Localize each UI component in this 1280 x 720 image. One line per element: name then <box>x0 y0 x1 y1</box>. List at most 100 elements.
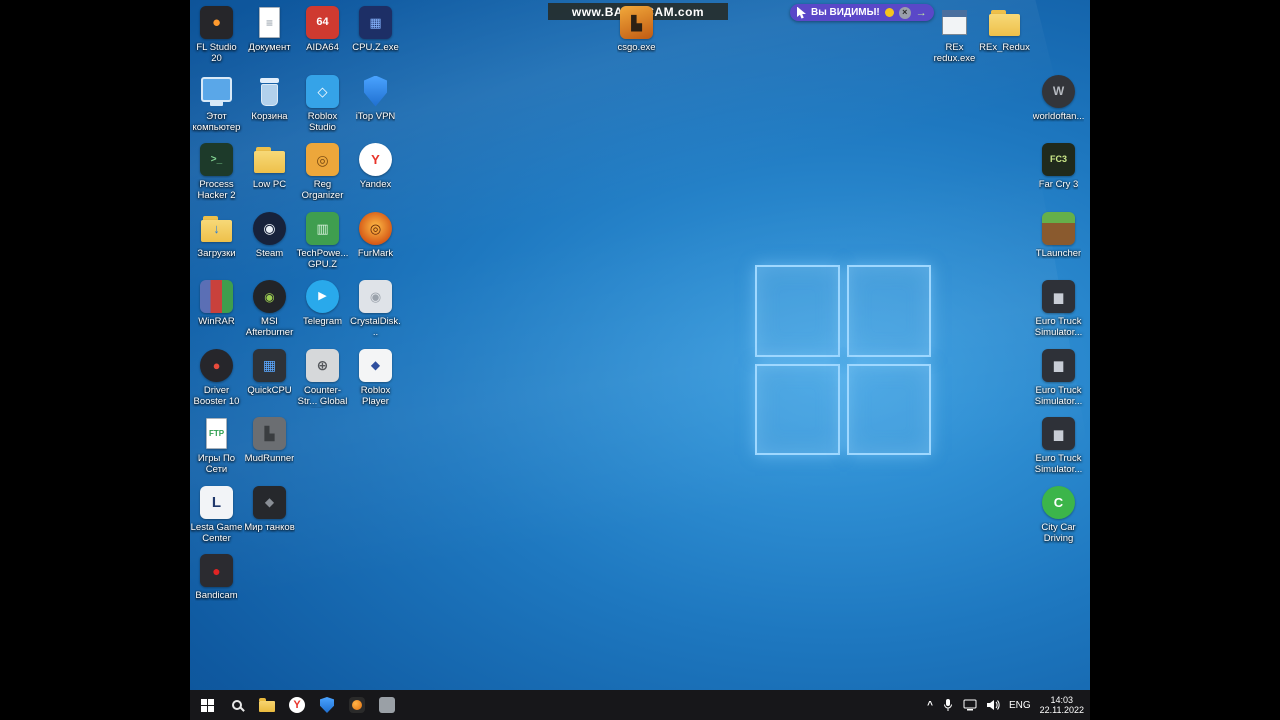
fl-studio-button[interactable] <box>342 690 372 720</box>
desktop-icon-crystaldiskinfo[interactable]: ◉ CrystalDisk... <box>349 278 402 347</box>
ftp-games-icon: FTP <box>200 417 233 450</box>
desktop-icon-world-of-tanks[interactable]: Wworldoftan... <box>1032 73 1085 142</box>
yandex-icon: Y <box>289 697 305 713</box>
msi-afterburner-icon: ◉ <box>253 280 286 313</box>
tray-time: 14:03 <box>1050 695 1074 705</box>
icon-label: MSI Afterburner <box>245 316 294 338</box>
icon-label: Игры По Сети <box>197 453 236 475</box>
icon-label: Steam <box>255 247 284 259</box>
desktop-icon-telegram[interactable]: ▶ Telegram <box>296 278 349 347</box>
euro-truck-2-icon: ▆ <box>1042 348 1075 382</box>
desktop-icon-itop-vpn[interactable]: iTop VPN <box>349 73 402 142</box>
icon-label: Yandex <box>359 179 392 190</box>
desktop-icon-euro-truck-2[interactable]: ▆ Euro Truck Simulator... <box>1032 347 1085 416</box>
driver-booster-10-icon: ● <box>200 348 233 382</box>
desktop-icon-roblox-studio[interactable]: ◇ Roblox Studio <box>296 73 349 142</box>
desktop-icon-tlauncher[interactable]: TLauncher <box>1032 210 1085 279</box>
winrar-icon <box>200 280 233 313</box>
desktop-icon-bandicam[interactable]: ● Bandicam <box>190 552 243 621</box>
desktop-icon-steam[interactable]: ◉ Steam <box>243 210 296 279</box>
desktop-icon-ftp-games[interactable]: FTP Игры По Сети <box>190 415 243 484</box>
icon-label: Roblox Studio <box>307 110 338 133</box>
desktop-icon-winrar[interactable]: WinRAR <box>190 278 243 347</box>
file-explorer-button[interactable] <box>252 690 282 720</box>
desktop-icon-recycle-bin[interactable]: Корзина <box>243 73 296 142</box>
this-pc-icon <box>200 75 233 108</box>
desktop-icon-quickcpu[interactable]: ▦ QuickCPU <box>243 347 296 416</box>
desktop-icon-mudrunner[interactable]: ▙ MudRunner <box>243 415 296 484</box>
windows-logo-icon <box>200 698 214 712</box>
desktop-icon-process-hacker-2[interactable]: >_ Process Hacker 2 <box>190 141 243 210</box>
icon-label: Euro Truck Simulator... <box>1034 384 1083 407</box>
icon-label: QuickCPU <box>247 384 292 396</box>
desktop-icon-furmark[interactable]: ◎ FurMark <box>349 210 402 279</box>
desktop-icon-gpu-z[interactable]: ▥ TechPowe... GPU.Z <box>296 210 349 279</box>
rex-redux-folder-icon <box>988 6 1021 39</box>
icon-label: Far Cry 3 <box>1038 179 1079 190</box>
network-icon[interactable] <box>963 699 977 711</box>
yandex-browser-button[interactable]: Y <box>282 690 312 720</box>
desktop-icon-lesta-game-center[interactable]: L Lesta Game Center <box>190 484 243 553</box>
world-of-tanks-icon: W <box>1042 74 1075 108</box>
icon-label: MudRunner <box>244 453 295 464</box>
pinned-app-button[interactable] <box>372 690 402 720</box>
icon-label: AIDA64 <box>306 42 339 53</box>
fl-studio-icon <box>349 697 365 713</box>
desktop-icon-roblox-player[interactable]: ◆ Roblox Player <box>349 347 402 416</box>
desktop-icon-msi-afterburner[interactable]: ◉ MSI Afterburner <box>243 278 296 347</box>
visibility-text: Вы ВИДИМЫ! <box>811 7 880 18</box>
desktop-icon-euro-truck-1[interactable]: ▆ Euro Truck Simulator... <box>1032 278 1085 347</box>
reg-organizer-icon: ◎ <box>306 143 339 176</box>
desktop-icon-yandex[interactable]: Y Yandex <box>349 141 402 210</box>
telegram-icon: ▶ <box>306 280 339 313</box>
desktop-icon-counter-strike[interactable]: ⊕Counter-Str... Global Offe... <box>296 347 349 416</box>
csgo-exe-icon: ▙ <box>620 6 653 39</box>
desktop-icon-csgo-exe[interactable]: ▙ csgo.exe <box>610 4 663 53</box>
desktop-icon-grid-left: ● FL Studio 20 Этот компьютер >_ Process Hac… <box>190 4 402 621</box>
desktop[interactable]: ● FL Studio 20 Этот компьютер >_ Process Hac… <box>190 0 1090 720</box>
security-button[interactable] <box>312 690 342 720</box>
city-car-driving-icon: C <box>1042 485 1075 519</box>
icon-label: City Car Driving <box>1041 521 1076 544</box>
desktop-icon-this-pc[interactable]: Этот компьютер <box>190 73 243 142</box>
hidden-icons-chevron-icon[interactable]: ^ <box>927 700 933 711</box>
desktop-icon-euro-truck-3[interactable]: ▆ Euro Truck Simulator... <box>1032 415 1085 484</box>
language-indicator[interactable]: ENG <box>1009 700 1031 711</box>
desktop-icon-rex-redux-folder[interactable]: REx_Redux <box>978 4 1031 53</box>
volume-icon[interactable] <box>986 699 1000 711</box>
desktop-icon-cpu-z[interactable]: ▦ CPU.Z.exe <box>349 4 402 73</box>
desktop-icon-mir-tankov[interactable]: ◆ Мир танков <box>243 484 296 553</box>
icon-label: Загрузки <box>197 247 236 259</box>
clock[interactable]: 14:03 22.11.2022 <box>1040 695 1084 715</box>
desktop-icon-far-cry-3[interactable]: FC3 Far Cry 3 <box>1032 141 1085 210</box>
desktop-icon-downloads[interactable]: ↓ Загрузки <box>190 210 243 279</box>
desktop-icon-driver-booster-10[interactable]: ● Driver Booster 10 <box>190 347 243 416</box>
icon-label: Euro Truck Simulator... <box>1034 316 1083 338</box>
desktop-icon-low-pc[interactable]: Low PC <box>243 141 296 210</box>
rex-folder-icon-slot: REx_Redux <box>978 4 1031 53</box>
desktop-icon-grid-right: Wworldoftan... FC3 Far Cry 3 TLauncher ▆ Euro… <box>1032 4 1085 552</box>
icon-label: Lesta Game Center <box>190 521 243 544</box>
lesta-game-center-icon: L <box>200 485 233 519</box>
desktop-icon-document[interactable]: ≡ Документ <box>243 4 296 73</box>
desktop-icon-city-car-driving[interactable]: C City Car Driving <box>1032 484 1085 553</box>
icon-label: CrystalDisk... <box>350 316 401 338</box>
expand-arrow-icon[interactable]: → <box>916 7 927 19</box>
desktop-icon-reg-organizer[interactable]: ◎ Reg Organizer <box>296 141 349 210</box>
quickcpu-icon: ▦ <box>253 348 286 382</box>
icon-label: CPU.Z.exe <box>352 42 399 53</box>
close-icon[interactable]: × <box>898 6 911 19</box>
icon-label: worldoftan... <box>1032 110 1085 122</box>
logo-pane <box>755 265 840 357</box>
counter-strike-icon: ⊕ <box>306 348 339 382</box>
app-icon <box>379 697 395 713</box>
desktop-icon-fl-studio-20[interactable]: ● FL Studio 20 <box>190 4 243 73</box>
steam-icon: ◉ <box>253 211 286 245</box>
search-button[interactable] <box>222 690 252 720</box>
desktop-icon-rex-redux-exe[interactable]: REx redux.exe <box>928 4 981 64</box>
desktop-icon-aida64[interactable]: 64 AIDA64 <box>296 4 349 73</box>
start-button[interactable] <box>192 690 222 720</box>
mir-tankov-icon: ◆ <box>253 485 286 519</box>
microphone-icon[interactable] <box>942 698 954 712</box>
mudrunner-icon: ▙ <box>253 417 286 450</box>
